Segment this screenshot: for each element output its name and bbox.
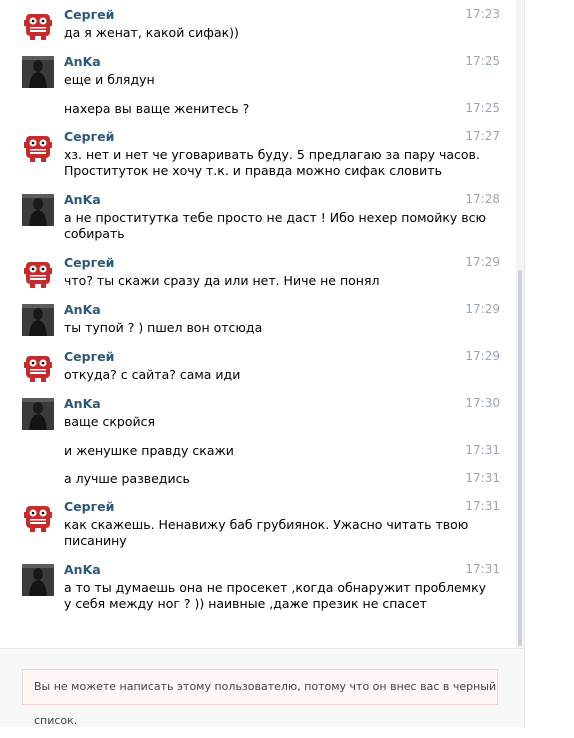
scrollbar-thumb[interactable] xyxy=(518,270,522,646)
message-author[interactable]: AnKa xyxy=(64,562,101,577)
dark-photo-avatar-icon[interactable] xyxy=(22,194,54,226)
message-author[interactable]: Сергей xyxy=(64,499,114,514)
dark-photo-avatar-icon[interactable] xyxy=(22,56,54,88)
meat-boy-avatar-icon[interactable] xyxy=(22,131,54,163)
meat-boy-avatar-icon[interactable] xyxy=(22,9,54,41)
message-time: 17:27 xyxy=(465,129,500,143)
message-author[interactable]: Сергей xyxy=(64,129,114,144)
message-author[interactable]: AnKa xyxy=(64,192,101,207)
message-text: собирать xyxy=(64,226,125,241)
dark-photo-avatar-icon[interactable] xyxy=(22,304,54,336)
message-text: нахера вы ваще женитесь ? xyxy=(64,101,250,116)
panel-divider xyxy=(524,0,525,726)
message-text: а то ты думаешь она не просекет ,когда о… xyxy=(64,580,487,595)
meat-boy-avatar-icon[interactable] xyxy=(22,501,54,533)
message-text: да я женат, какой сифак)) xyxy=(64,25,239,40)
dark-photo-avatar-icon[interactable] xyxy=(22,398,54,430)
message-author[interactable]: Сергей xyxy=(64,349,114,364)
message-author[interactable]: AnKa xyxy=(64,302,101,317)
message-author[interactable]: AnKa xyxy=(64,54,101,69)
message-time: 17:31 xyxy=(465,562,500,576)
message-text: еще и блядун xyxy=(64,72,155,87)
message-text: что? ты скажи сразу да или нет. Ниче не … xyxy=(64,273,380,288)
message-text: и женушке правду скажи xyxy=(64,443,234,458)
message-time: 17:31 xyxy=(465,499,500,513)
message-time: 17:30 xyxy=(465,396,500,410)
message-text: Проституток не хочу т.к. и правда можно … xyxy=(64,163,442,178)
blacklist-notice: Вы не можете написать этому пользователю… xyxy=(22,669,498,727)
message-time: 17:23 xyxy=(465,7,500,21)
message-time: 17:31 xyxy=(465,471,500,485)
message-author[interactable]: Сергей xyxy=(64,7,114,22)
message-time: 17:29 xyxy=(465,302,500,316)
meat-boy-avatar-icon[interactable] xyxy=(22,351,54,383)
message-text: ты тупой ? ) пшел вон отсюда xyxy=(64,320,263,335)
message-text: хз. нет и нет че уговаривать буду. 5 пре… xyxy=(64,147,480,162)
message-text: ваще скройся xyxy=(64,414,155,429)
message-text: а лучше разведись xyxy=(64,471,190,486)
message-text: а не проститутка тебе просто не даст ! И… xyxy=(64,210,487,225)
message-author[interactable]: AnKa xyxy=(64,396,101,411)
message-history[interactable]: Сергей 17:23 да я женат, какой сифак)) A… xyxy=(0,0,516,648)
message-text: писанину xyxy=(64,533,127,548)
message-text: как скажешь. Ненавижу баб грубиянок. Ужа… xyxy=(64,517,469,532)
message-time: 17:31 xyxy=(465,443,500,457)
message-time: 17:25 xyxy=(465,101,500,115)
meat-boy-avatar-icon[interactable] xyxy=(22,257,54,289)
message-time: 17:29 xyxy=(465,255,500,269)
message-time: 17:29 xyxy=(465,349,500,363)
message-author[interactable]: Сергей xyxy=(64,255,114,270)
message-text: откуда? с сайта? сама иди xyxy=(64,367,241,382)
dark-photo-avatar-icon[interactable] xyxy=(22,564,54,596)
message-time: 17:28 xyxy=(465,192,500,206)
message-time: 17:25 xyxy=(465,54,500,68)
message-text: у себя между ног ? )) наивные ,даже през… xyxy=(64,596,427,611)
